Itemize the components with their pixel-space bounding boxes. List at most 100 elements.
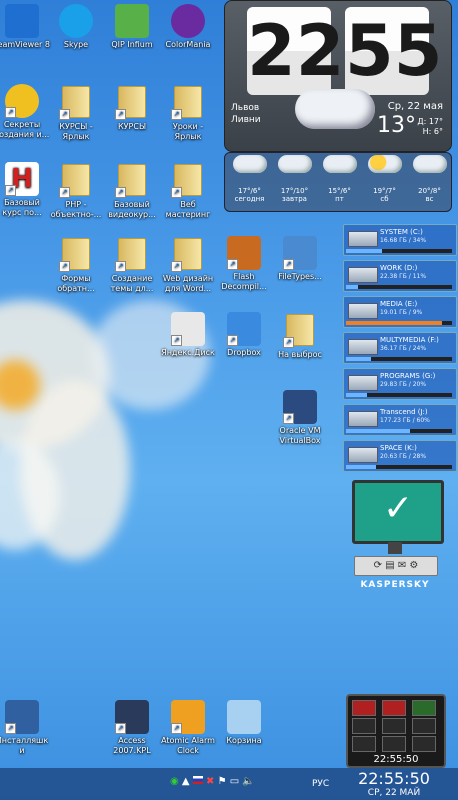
desktop-icon-label: КУРСЫ - Ярлык xyxy=(59,122,93,141)
weather-city: Львов xyxy=(231,103,260,113)
show-hidden-icons-icon[interactable]: ▲ xyxy=(182,776,190,787)
drive-item[interactable]: WORK (D:) 22.38 ГБ / 11% xyxy=(343,260,457,292)
alarm-clock-icon: ↗ xyxy=(171,700,205,734)
desktop-icon[interactable]: ↗ Oracle VM VirtualBox xyxy=(272,390,328,446)
monitor-off-icon[interactable] xyxy=(412,718,436,734)
drive-item[interactable]: MEDIA (E:) 19.01 ГБ / 9% xyxy=(343,296,457,328)
day-temp: 17° xyxy=(428,117,443,126)
shortcut-arrow-icon: ↗ xyxy=(5,723,16,734)
drive-item[interactable]: SYSTEM (C:) 16.68 ГБ / 34% xyxy=(343,224,457,256)
shortcut-arrow-icon: ↗ xyxy=(227,335,238,346)
language-indicator[interactable]: РУС xyxy=(312,779,329,789)
desktop-icon[interactable]: ↗ PHP - объектно-... xyxy=(48,162,104,220)
forecast-day: 17°/10° завтра xyxy=(272,155,317,203)
forecast-day-label: завтра xyxy=(282,195,307,203)
action-center-icon[interactable]: ⚑ xyxy=(218,776,227,787)
desktop-icon[interactable]: ↗ Уроки - Ярлык xyxy=(160,84,216,142)
folder-icon: ↗ xyxy=(59,86,93,120)
forecast-day-label: пт xyxy=(335,195,344,203)
night-label: Н: xyxy=(422,127,432,136)
drive-item[interactable]: Transcend (J:) 177.23 ГБ / 60% xyxy=(343,404,457,436)
display-icon[interactable]: ▭ xyxy=(230,776,239,787)
desktop-icon[interactable]: ↗ Веб мастеринг xyxy=(160,162,216,220)
desktop-icon[interactable]: ↗ Создание темы дл... xyxy=(104,236,160,294)
desktop-icon[interactable]: Skype xyxy=(48,4,104,50)
drive-usage-bar xyxy=(346,357,452,361)
desktop-icon[interactable]: H ↗ Базовый курс по... xyxy=(0,162,50,218)
switch-user-icon[interactable] xyxy=(382,736,406,752)
hard-drive-icon xyxy=(348,339,378,355)
desktop-icon[interactable]: ↗ Секреты создания и... xyxy=(0,84,50,140)
shortcut-arrow-icon: ↗ xyxy=(227,259,238,270)
desktop-icon-label: КУРСЫ xyxy=(117,122,147,131)
drive-info: 16.68 ГБ / 34% xyxy=(380,237,427,244)
desktop-icon[interactable]: ↗ Формы обратн... xyxy=(48,236,104,294)
forecast-day-label: сегодня xyxy=(234,195,265,203)
lock-icon[interactable] xyxy=(352,736,376,752)
desktop-icon[interactable]: ↗ Flash Decompil... xyxy=(216,236,272,292)
drive-item[interactable]: SPACE (K:) 20.63 ГБ / 28% xyxy=(343,440,457,472)
folder-icon: ↗ xyxy=(171,86,205,120)
forecast-temps: 15°/6° xyxy=(328,187,351,195)
logoff-icon[interactable] xyxy=(352,718,376,734)
drive-item[interactable]: PROGRAMS (G:) 29.83 ГБ / 20% xyxy=(343,368,457,400)
desktop-icon[interactable]: TeamViewer 8 xyxy=(0,4,50,50)
desktop-icon[interactable]: ↗ Базовый видеокур... xyxy=(104,162,160,220)
skype-icon xyxy=(59,4,93,38)
shortcut-arrow-icon: ↗ xyxy=(115,723,126,734)
flag-ru-icon[interactable] xyxy=(192,776,203,784)
virtualbox-icon: ↗ xyxy=(283,390,317,424)
drive-name: SYSTEM (C:) xyxy=(380,228,423,236)
weather-date: Ср, 22 мая xyxy=(387,101,443,112)
red-x-icon[interactable]: ✖ xyxy=(206,776,214,787)
desktop-icon[interactable]: ↗ КУРСЫ - Ярлык xyxy=(48,84,104,142)
weather-cloud-icon xyxy=(295,89,375,129)
drive-usage-bar xyxy=(346,393,452,397)
taskbar-clock[interactable]: 22:55:50 СР, 22 МАЙ xyxy=(346,770,442,799)
desktop-icon[interactable]: ColorMania xyxy=(160,4,216,50)
power-icon[interactable] xyxy=(382,718,406,734)
forecast-temps: 17°/10° xyxy=(280,187,309,195)
desktop-icon[interactable]: QIP Infium xyxy=(104,4,160,50)
desktop-icon[interactable]: ↗ Access 2007.KPL xyxy=(104,700,160,756)
desktop-icon[interactable]: Корзина xyxy=(216,700,272,746)
desktop-icon[interactable]: ↗ FileTypes... xyxy=(272,236,328,282)
hard-drive-icon xyxy=(348,411,378,427)
desktop-icon-label: QIP Infium xyxy=(111,40,153,49)
desktop-icon-label: Базовый видеокур... xyxy=(108,200,156,219)
desktop-icon[interactable]: ↗ Atomic Alarm Clock xyxy=(160,700,216,756)
drive-item[interactable]: MULTYMEDIA (F:) 36.17 ГБ / 24% xyxy=(343,332,457,364)
checkmark-icon: ✓ xyxy=(383,488,414,529)
desktop-icon[interactable]: ↗ Dropbox xyxy=(216,312,272,358)
desktop-icon-label: Skype xyxy=(63,40,89,49)
installer-icon: ↗ xyxy=(5,700,39,734)
teamviewer-icon xyxy=(5,4,39,38)
hard-drive-icon xyxy=(348,231,378,247)
folder-icon: ↗ xyxy=(115,86,149,120)
sleep-icon[interactable] xyxy=(412,700,436,716)
desktop-icon-label: Oracle VM VirtualBox xyxy=(279,426,321,445)
timer-icon[interactable] xyxy=(412,736,436,752)
weather-condition: Ливни xyxy=(231,115,261,125)
folder-icon: ↗ xyxy=(115,164,149,198)
restart-icon[interactable] xyxy=(382,700,406,716)
drive-name: PROGRAMS (G:) xyxy=(380,372,436,380)
shutdown-icon[interactable] xyxy=(352,700,376,716)
drive-info: 22.38 ГБ / 11% xyxy=(380,273,427,280)
desktop-icon[interactable]: ↗ Web дизайн для Word... xyxy=(160,236,216,294)
desktop-icon[interactable]: ↗ Инсталляшки xyxy=(0,700,50,756)
shortcut-arrow-icon: ↗ xyxy=(283,259,294,270)
drive-usage-bar xyxy=(346,321,452,325)
volume-icon[interactable]: 🔈 xyxy=(242,776,254,787)
desktop-icon[interactable]: ↗ Яндекс.Диск xyxy=(160,312,216,358)
desktop-icon[interactable]: ↗ На выброс xyxy=(272,312,328,360)
clock-minutes: 55 xyxy=(345,7,442,95)
kaspersky-gadget[interactable]: ✓ ⟳ ▤ ✉ ⚙ KASPERSKY xyxy=(352,480,444,600)
desktop-icon[interactable]: ↗ КУРСЫ xyxy=(104,84,160,132)
cd-icon: ↗ xyxy=(5,84,39,118)
network-icon[interactable]: ◉ xyxy=(170,776,179,787)
shortcut-arrow-icon: ↗ xyxy=(171,723,182,734)
shortcut-arrow-icon: ↗ xyxy=(59,261,70,272)
forecast-day: 19°/7° сб xyxy=(362,155,407,203)
drive-info: 20.63 ГБ / 28% xyxy=(380,453,427,460)
